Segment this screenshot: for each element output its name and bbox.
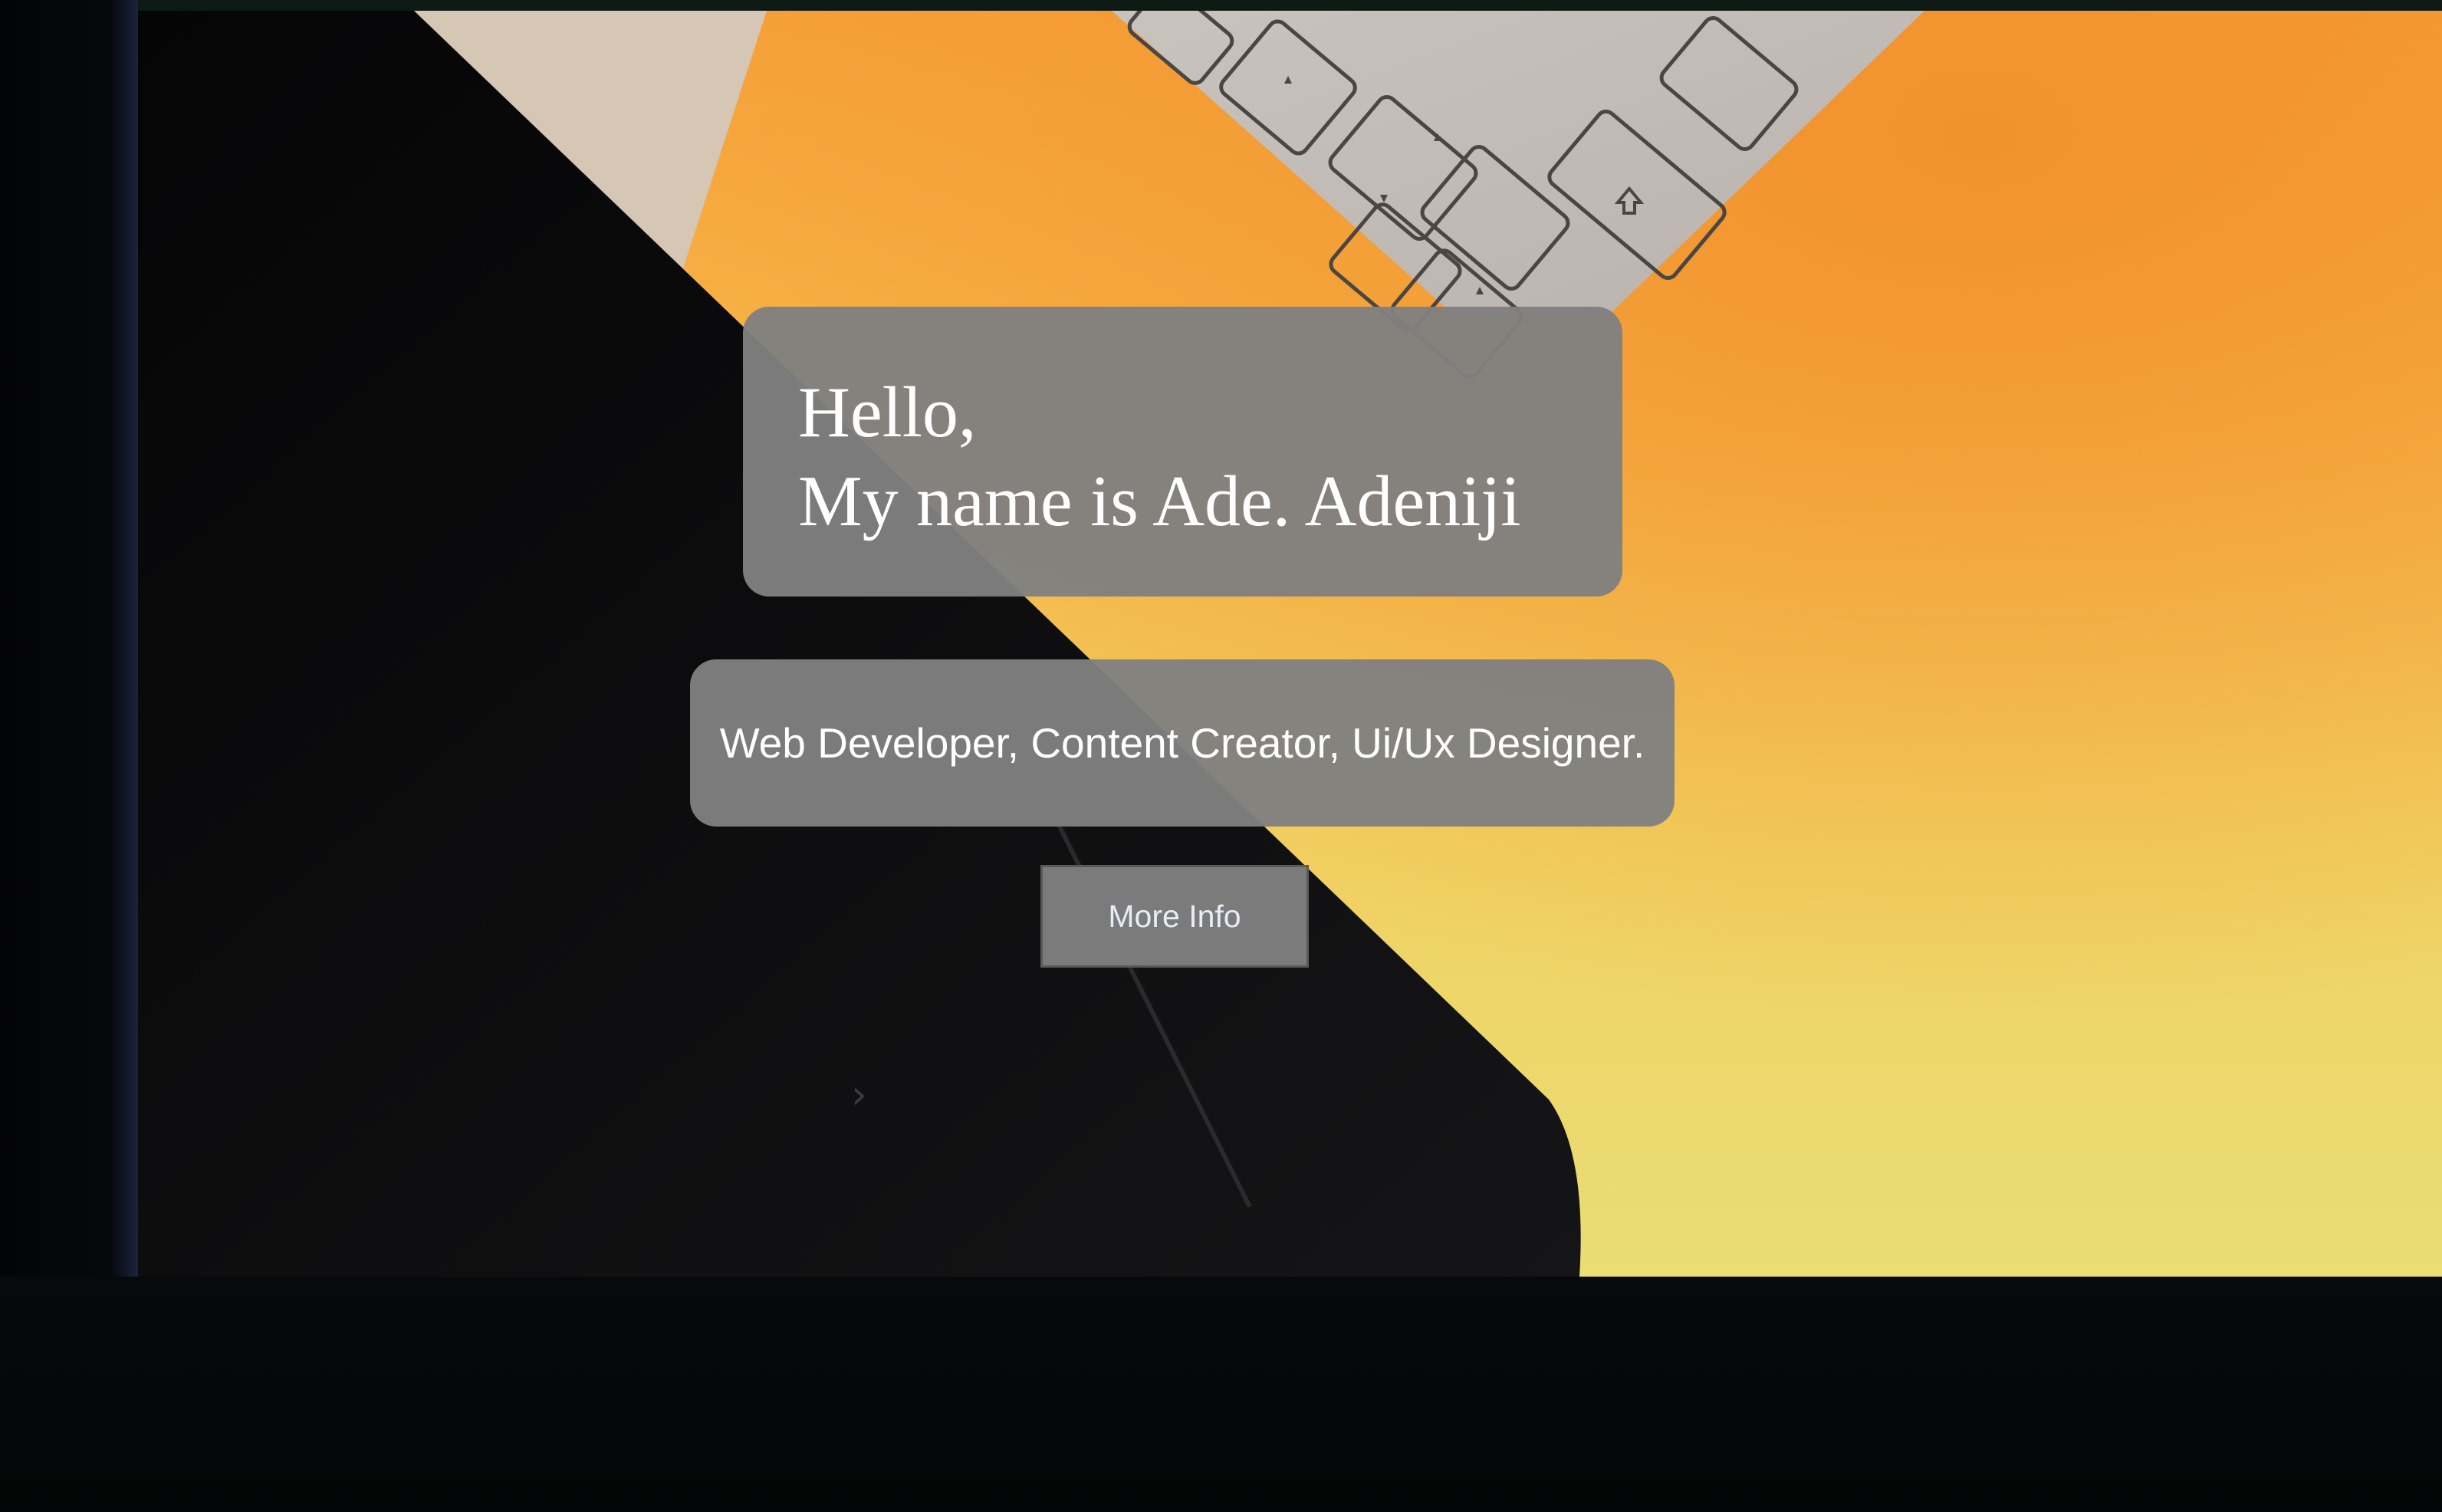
carousel-next-button[interactable]: ›	[851, 1075, 867, 1115]
more-info-button[interactable]: More Info	[1040, 865, 1309, 968]
greeting-text: Hello,	[798, 373, 977, 452]
tagline-text: Web Developer, Content Creator, Ui/Ux De…	[719, 719, 1645, 767]
tagline-card: Web Developer, Content Creator, Ui/Ux De…	[690, 659, 1675, 827]
hero-section: ›	[138, 11, 2442, 1277]
monitor-bezel-bottom	[0, 1277, 2442, 1512]
greeting-card: Hello, My name is Ade. Adeniji	[743, 307, 1622, 597]
monitor-bezel-left	[0, 0, 138, 1277]
monitor-bezel-top	[0, 0, 2442, 11]
hero-background-image	[138, 11, 1924, 1277]
name-text: My name is Ade. Adeniji	[798, 462, 1521, 541]
chevron-right-icon: ›	[851, 1072, 867, 1118]
